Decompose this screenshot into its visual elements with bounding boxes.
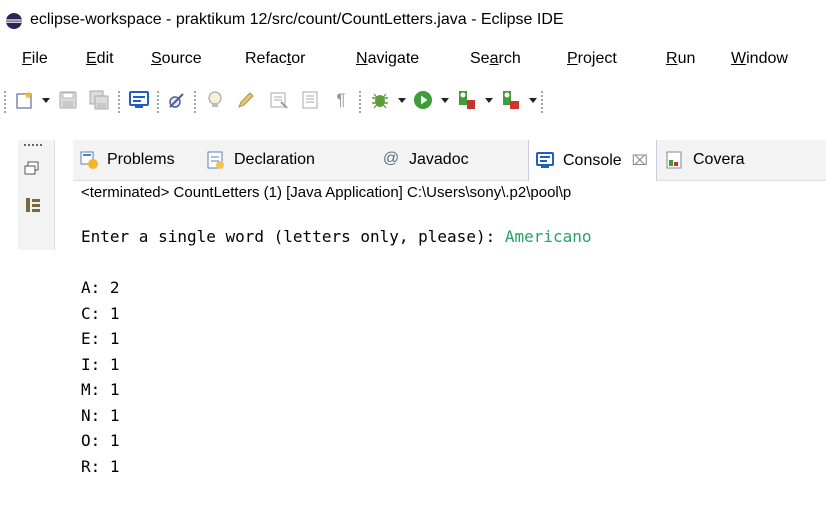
toolbar-separator — [157, 91, 159, 113]
menu-refactor[interactable]: Refactor — [245, 50, 305, 68]
console-user-input: Americano — [504, 227, 592, 246]
tab-declaration[interactable]: Declaration — [206, 140, 315, 180]
toolbar: ¶ — [0, 82, 826, 120]
tab-coverage[interactable]: Covera — [665, 140, 745, 180]
new-icon[interactable] — [12, 82, 38, 118]
tab-label: Declaration — [234, 151, 315, 168]
coverage-icon[interactable] — [454, 82, 480, 118]
javadoc-icon: @ — [382, 150, 400, 167]
console-line: R: 1 — [81, 456, 120, 476]
window-title: eclipse-workspace - praktikum 12/src/cou… — [30, 11, 564, 28]
menu-source[interactable]: Source — [151, 50, 202, 68]
run-icon[interactable] — [410, 82, 436, 118]
toolbar-separator — [359, 91, 361, 113]
console-prompt: Enter a single word (letters only, pleas… — [81, 227, 505, 246]
menu-bar: File Edit Source Refactor Navigate Searc… — [0, 46, 826, 74]
toolbar-separator — [541, 91, 543, 113]
console-line: A: 2 — [81, 278, 120, 297]
menu-file[interactable]: File — [22, 50, 48, 68]
console-line: E: 1 — [81, 329, 120, 348]
toolbar-separator — [194, 91, 196, 113]
menu-search[interactable]: Search — [470, 50, 521, 68]
menu-edit[interactable]: Edit — [86, 50, 114, 68]
menu-project[interactable]: Project — [567, 50, 617, 68]
console-panel: Problems Declaration @ Javadoc Console ⌧… — [73, 140, 826, 515]
external-tools-dropdown-icon[interactable] — [529, 98, 537, 103]
problems-icon — [80, 151, 98, 169]
external-tools-icon[interactable] — [498, 82, 524, 118]
view-tab-bar: Problems Declaration @ Javadoc Console ⌧… — [73, 140, 826, 181]
tab-console[interactable]: Console ⌧ — [528, 140, 657, 181]
tab-label: Javadoc — [409, 151, 469, 168]
title-bar: eclipse-workspace - praktikum 12/src/cou… — [0, 0, 826, 40]
skip-breakpoints-icon[interactable] — [163, 82, 189, 118]
toolbar-separator — [118, 91, 120, 113]
terminal-icon[interactable] — [126, 82, 152, 118]
pilcrow-icon[interactable]: ¶ — [328, 82, 354, 118]
console-line: C: 1 — [81, 303, 120, 323]
minimized-view-stack — [18, 140, 55, 250]
eclipse-icon — [6, 13, 22, 29]
coverage-icon — [666, 151, 682, 169]
tab-problems[interactable]: Problems — [79, 140, 175, 180]
view-menu-grip[interactable] — [24, 144, 42, 146]
save-icon[interactable] — [55, 82, 81, 118]
console-line: O: 1 — [81, 431, 120, 450]
new-dropdown-icon[interactable] — [42, 98, 50, 103]
close-icon[interactable]: ⌧ — [632, 152, 648, 169]
tab-label: Console — [563, 151, 622, 169]
console-status: <terminated> CountLetters (1) [Java Appl… — [81, 184, 572, 201]
debug-dropdown-icon[interactable] — [398, 98, 406, 103]
save-all-icon[interactable] — [86, 82, 112, 118]
console-output[interactable]: Enter a single word (letters only, pleas… — [81, 224, 592, 479]
console-line: I: 1 — [81, 354, 120, 374]
console-line: M: 1 — [81, 380, 120, 399]
edit-icon[interactable] — [233, 82, 259, 118]
toolbar-grip[interactable] — [4, 91, 6, 113]
view2-icon[interactable] — [297, 82, 323, 118]
console-line: N: 1 — [81, 405, 120, 425]
restore-icon[interactable] — [24, 160, 40, 176]
tab-javadoc[interactable]: @ Javadoc — [381, 140, 469, 180]
tab-label: Covera — [693, 151, 745, 168]
debug-icon[interactable] — [367, 82, 393, 118]
console-icon — [536, 151, 554, 168]
hierarchy-icon[interactable] — [24, 196, 42, 214]
menu-run[interactable]: Run — [666, 50, 695, 68]
menu-window[interactable]: Window — [731, 50, 788, 68]
run-dropdown-icon[interactable] — [441, 98, 449, 103]
view-icon[interactable] — [266, 82, 292, 118]
tab-label: Problems — [107, 151, 175, 168]
declaration-icon — [207, 151, 224, 169]
menu-navigate[interactable]: Navigate — [356, 50, 419, 68]
tip-icon[interactable] — [202, 82, 228, 118]
coverage-dropdown-icon[interactable] — [485, 98, 493, 103]
